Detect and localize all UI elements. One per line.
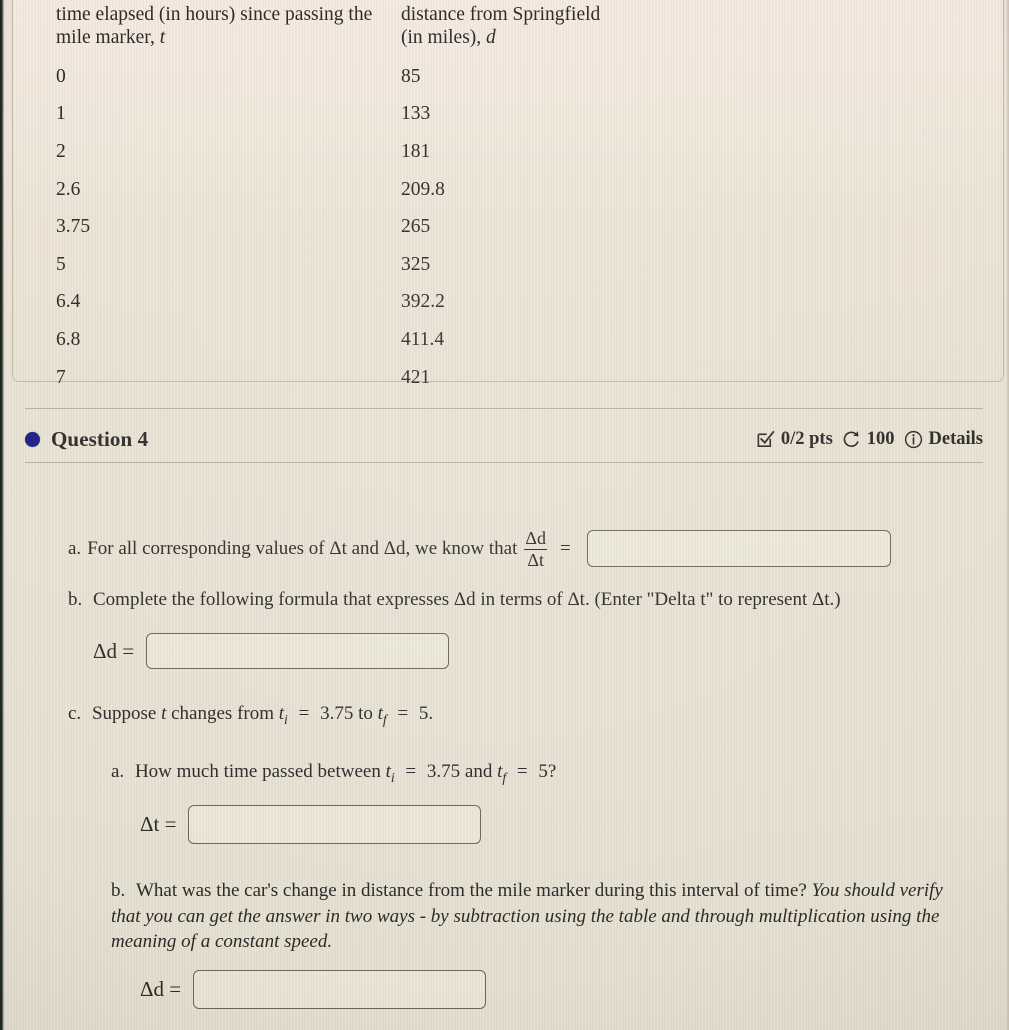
table-cell-distance: 421 xyxy=(401,366,431,388)
table-row: 0 85 xyxy=(56,58,616,96)
question-status-dot-icon xyxy=(25,431,40,447)
table-cell-distance: 85 xyxy=(401,65,421,87)
checkbox-check-icon xyxy=(756,430,775,449)
part-c-sub-b-answer-label: Δd = xyxy=(140,977,182,1001)
part-c-sub-b-answer-input[interactable] xyxy=(193,970,487,1009)
part-c-sub-a-text-block: a. How much time passed between ti = 3.7… xyxy=(111,760,556,787)
table-cell-distance: 181 xyxy=(401,140,431,162)
table-cell-distance: 325 xyxy=(401,253,431,275)
table-cell-distance: 209.8 xyxy=(401,178,445,200)
part-c-text-block: c. Suppose t changes from ti = 3.75 to t… xyxy=(68,702,433,729)
divider-above-question xyxy=(25,408,983,409)
part-b-answer-input[interactable] xyxy=(146,633,450,669)
table-row: 3.75 265 xyxy=(56,209,616,247)
table-header-time: time elapsed (in hours) since passing th… xyxy=(56,4,401,58)
table-row: 5 325 xyxy=(56,246,616,284)
question-title-group: Question 4 xyxy=(25,427,148,452)
table-row: 6.8 411.4 xyxy=(56,321,616,359)
part-b-text-block: b. Complete the following formula that e… xyxy=(68,588,998,613)
table-row: 1 133 xyxy=(56,96,616,134)
table-cell-distance: 265 xyxy=(401,216,431,238)
table-cell-time: 7 xyxy=(56,366,66,388)
part-c-sub-a-text: How much time passed between ti = 3.75 a… xyxy=(134,761,557,785)
part-c-sub-b-marker: b. xyxy=(111,880,126,901)
part-b-text: Complete the following formula that expr… xyxy=(93,589,841,610)
question-meta: 0/2 pts 100 Details xyxy=(756,429,983,450)
part-b-answer-label: Δd = xyxy=(93,638,135,663)
table-cell-distance: 411.4 xyxy=(401,328,445,350)
attempts-group: 100 xyxy=(842,429,895,450)
part-a-equals: = xyxy=(559,537,571,559)
table-cell-distance: 392.2 xyxy=(401,291,445,313)
table-cell-time: 6.4 xyxy=(56,291,81,313)
table-header-time-text: time elapsed (in hours) since passing th… xyxy=(56,4,373,48)
part-c-text: Suppose t changes from ti = 3.75 to tf =… xyxy=(91,703,434,727)
table-cell-time: 5 xyxy=(56,253,66,275)
part-b-marker: b. xyxy=(68,589,83,610)
question-title: Question 4 xyxy=(51,426,149,451)
part-c-sub-a-answer-row: Δt = xyxy=(140,805,482,844)
table-row: 2 181 xyxy=(56,133,616,171)
divider-below-question xyxy=(25,462,983,463)
table-header-row: time elapsed (in hours) since passing th… xyxy=(56,4,616,58)
time-distance-table: time elapsed (in hours) since passing th… xyxy=(56,4,616,397)
table-header-distance-text: distance from Springfield (in miles), xyxy=(401,4,601,48)
part-c-sub-a-answer-label: Δt = xyxy=(140,812,177,836)
fraction-denominator: Δt xyxy=(524,549,547,570)
data-table-card: time elapsed (in hours) since passing th… xyxy=(12,0,1004,388)
part-c-sub-a-answer-input[interactable] xyxy=(188,805,482,844)
details-group[interactable]: Details xyxy=(904,429,983,450)
question-header: Question 4 0/2 pts 100 Details xyxy=(25,419,983,459)
table-row: 6.4 392.2 xyxy=(56,284,616,322)
part-a-answer-input[interactable] xyxy=(586,530,891,568)
info-circle-icon[interactable] xyxy=(904,430,923,449)
table-cell-time: 6.8 xyxy=(56,328,81,350)
part-a: a. For all corresponding values of Δt an… xyxy=(68,528,891,570)
table-cell-time: 2.6 xyxy=(56,178,81,200)
table-head: time elapsed (in hours) since passing th… xyxy=(56,4,616,58)
fraction-numerator: Δd xyxy=(525,528,546,548)
photo-left-edge xyxy=(0,0,4,1030)
table-row: 7 421 xyxy=(56,359,616,397)
part-a-text: For all corresponding values of Δt and Δ… xyxy=(87,537,518,559)
part-c-sub-b-answer-row: Δd = xyxy=(140,970,487,1009)
table-header-distance-var: d xyxy=(486,26,496,48)
table-header-time-var: t xyxy=(159,26,166,48)
table-cell-time: 1 xyxy=(56,103,66,125)
table-cell-time: 2 xyxy=(56,140,66,162)
part-c-sub-b-text-plain: What was the car's change in distance fr… xyxy=(136,880,807,901)
assignment-page: time elapsed (in hours) since passing th… xyxy=(0,0,1009,1030)
delta-d-over-delta-t-fraction: Δd Δt xyxy=(522,528,549,571)
details-link[interactable]: Details xyxy=(929,429,983,450)
table-cell-time: 3.75 xyxy=(56,216,91,238)
table-row: 2.6 209.8 xyxy=(56,171,616,209)
part-a-marker: a. xyxy=(68,537,82,559)
table-cell-time: 0 xyxy=(56,65,66,87)
points-group: 0/2 pts xyxy=(756,429,833,450)
table-cell-distance: 133 xyxy=(401,103,431,125)
rotate-counterclockwise-icon xyxy=(842,430,861,449)
table-header-distance: distance from Springfield (in miles), d xyxy=(401,4,616,58)
attempts-count: 100 xyxy=(866,428,895,449)
table-body: 0 85 1 133 2 181 2.6 209.8 3.75 265 5 325 6.4 392.2 6.… xyxy=(56,58,616,396)
part-b-answer-row: Δd = xyxy=(93,633,450,669)
part-c-marker: c. xyxy=(68,703,82,724)
points-label: 0/2 pts xyxy=(780,428,833,449)
part-c-sub-a-marker: a. xyxy=(111,761,125,782)
part-c-sub-b-text-block: b. What was the car's change in distance… xyxy=(111,878,956,955)
